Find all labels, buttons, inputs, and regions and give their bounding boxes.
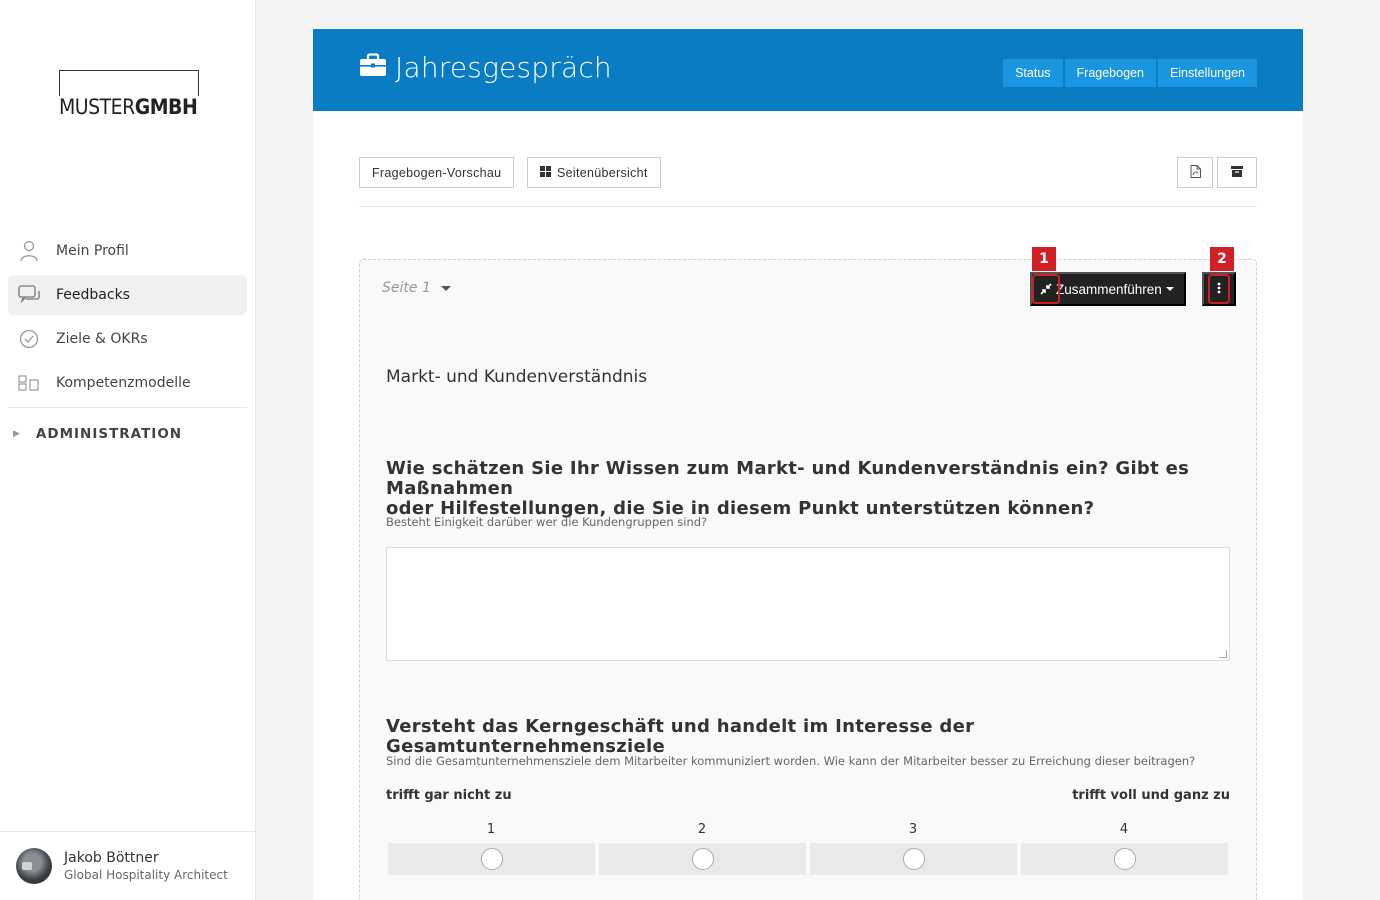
scale-number: 3 [908, 822, 918, 837]
radio-button[interactable] [691, 848, 714, 870]
sidebar-item-mein-profil[interactable]: Mein Profil [8, 231, 247, 271]
sidebar-nav: Mein Profil Feedbacks Ziele & OKRs Kompe… [8, 231, 247, 460]
archive-icon [1231, 165, 1243, 180]
sidebar-item-label: Kompetenzmodelle [56, 375, 191, 391]
archive-button[interactable] [1217, 157, 1257, 188]
scale-min-label: trifft gar nicht zu [386, 788, 512, 803]
question-hint: Sind die Gesamtunternehmensziele dem Mit… [386, 754, 1196, 768]
scale-option-2[interactable] [599, 843, 806, 875]
page-label: Seite 1 [382, 280, 431, 296]
resize-grip-icon[interactable] [1219, 650, 1227, 658]
sidebar-item-feedbacks[interactable]: Feedbacks [8, 275, 247, 315]
expand-triangle-icon: ▶ [13, 429, 21, 439]
admin-label: ADMINISTRATION [35, 426, 183, 442]
question-title: Wie schätzen Sie Ihr Wissen zum Markt- u… [386, 459, 1256, 519]
radio-button[interactable] [1113, 848, 1136, 870]
page-header: Jahresgespräch Status Fragebogen Einstel… [313, 29, 1303, 111]
scale-max-label: trifft voll und ganz zu [1072, 788, 1230, 803]
merge-button-label: Zusammenführen [1056, 281, 1162, 297]
tab-einstellungen[interactable]: Einstellungen [1157, 59, 1257, 87]
page-title: Jahresgespräch [359, 51, 612, 84]
scale-number: 2 [697, 822, 707, 837]
tab-fragebogen[interactable]: Fragebogen [1064, 59, 1156, 87]
page-selector[interactable]: Seite 1 [382, 280, 451, 296]
pdf-file-icon [1190, 164, 1201, 181]
page-overview-label: Seitenübersicht [557, 165, 648, 180]
scale-option-3[interactable] [810, 843, 1017, 875]
sidebar-item-label: Mein Profil [56, 243, 129, 259]
tab-status[interactable]: Status [1003, 59, 1063, 87]
annotation-marker-1: 1 [1032, 247, 1056, 271]
briefcase-icon [359, 51, 387, 84]
user-name: Jakob Böttner [64, 850, 159, 866]
user-role: Global Hospitality Architect [64, 868, 228, 882]
question-title: Versteht das Kerngeschäft und handelt im… [386, 716, 975, 757]
toolbar: Fragebogen-Vorschau Seitenübersicht [359, 157, 1257, 207]
company-logo[interactable]: MUSTERGMBH [59, 70, 200, 118]
model-icon [18, 372, 40, 394]
caret-down-icon [440, 285, 451, 291]
sidebar-item-administration[interactable]: ▶ ADMINISTRATION [8, 408, 247, 460]
page-overview-button[interactable]: Seitenübersicht [527, 157, 661, 188]
preview-button[interactable]: Fragebogen-Vorschau [359, 157, 515, 188]
question-hint: Besteht Einigkeit darüber wer die Kunden… [386, 515, 708, 529]
scale-option-1[interactable] [388, 843, 595, 875]
page-title-text: Jahresgespräch [395, 51, 612, 84]
questionnaire-page: Seite 1 1 2 Zusammenführen Markt- und Ku… [359, 247, 1257, 900]
question-title-line: Wie schätzen Sie Ihr Wissen zum Markt- u… [386, 458, 1190, 499]
check-circle-icon [18, 328, 40, 350]
main-content: Fragebogen-Vorschau Seitenübersicht Seit… [313, 111, 1303, 900]
sidebar-item-label: Feedbacks [56, 287, 130, 303]
logo-text: MUSTERGMBH [59, 95, 200, 119]
avatar [16, 848, 52, 884]
header-tabs: Status Fragebogen Einstellungen [1003, 59, 1257, 87]
chat-icon [18, 284, 40, 306]
pdf-export-button[interactable] [1177, 157, 1213, 188]
caret-down-icon [1165, 287, 1174, 291]
scale-number: 4 [1119, 822, 1129, 837]
highlight-outline-2 [1208, 274, 1230, 304]
section-title: Markt- und Kundenverständnis [386, 367, 648, 387]
answer-textarea[interactable] [386, 547, 1230, 661]
sidebar-item-ziele-okrs[interactable]: Ziele & OKRs [8, 319, 247, 359]
annotation-marker-2: 2 [1210, 247, 1234, 271]
radio-button[interactable] [480, 848, 503, 870]
highlight-outline-1 [1032, 274, 1060, 304]
sidebar-item-label: Ziele & OKRs [56, 331, 148, 347]
sidebar: MUSTERGMBH Mein Profil Feedbacks Ziele &… [0, 0, 256, 900]
user-icon [18, 240, 40, 262]
user-profile[interactable]: Jakob Böttner Global Hospitality Archite… [0, 831, 255, 900]
sidebar-item-kompetenzmodelle[interactable]: Kompetenzmodelle [8, 363, 247, 403]
scale-option-4[interactable] [1021, 843, 1228, 875]
grid-icon [540, 165, 551, 180]
scale-number: 1 [486, 822, 496, 837]
radio-button[interactable] [902, 848, 925, 870]
